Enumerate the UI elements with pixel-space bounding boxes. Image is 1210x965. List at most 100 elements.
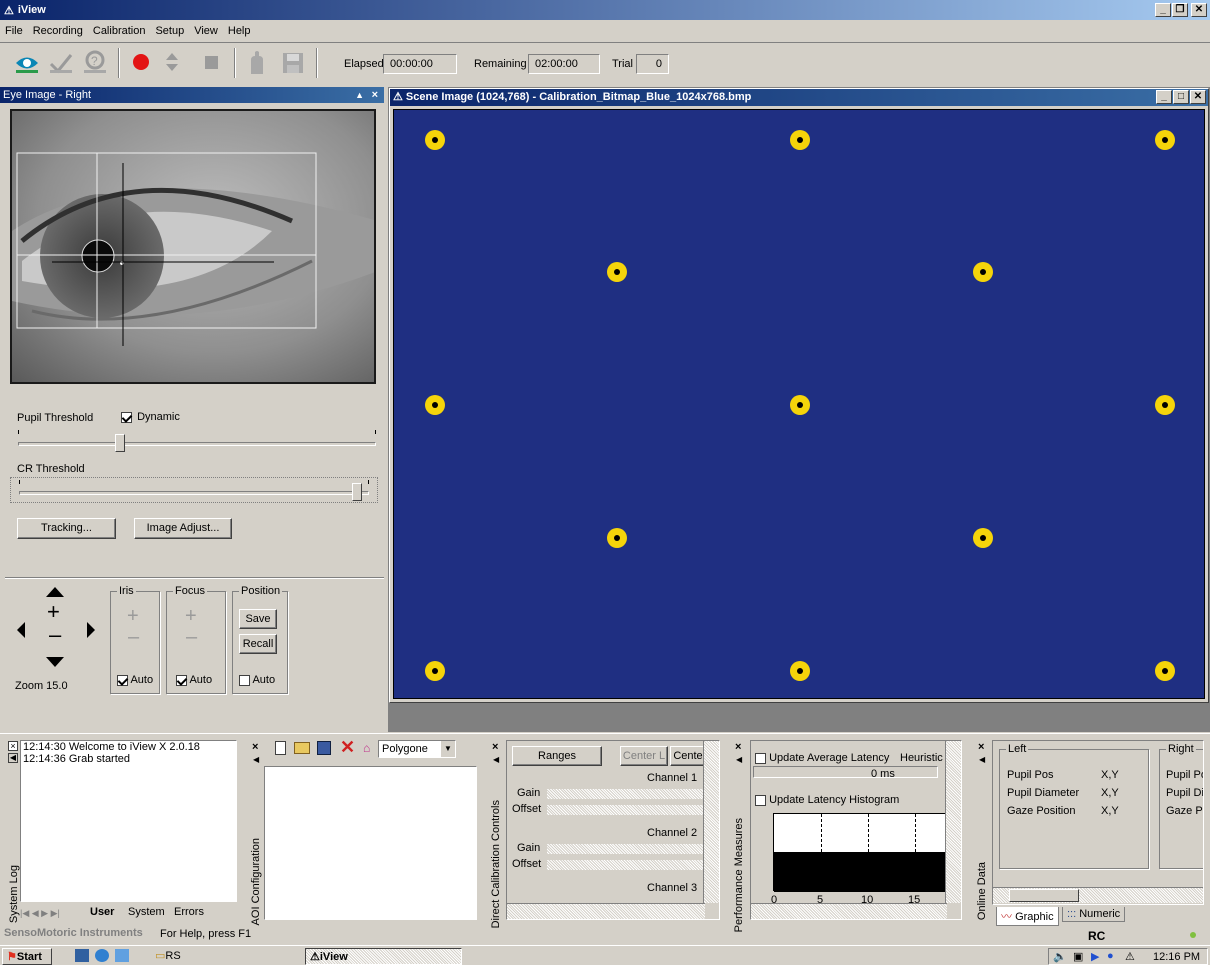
- quicklaunch-desktop-icon[interactable]: [75, 949, 89, 962]
- cr-threshold-thumb[interactable]: [352, 483, 363, 501]
- quicklaunch-explorer-icon[interactable]: [115, 949, 129, 962]
- iris-minus-icon[interactable]: –: [128, 626, 139, 649]
- app-title: iView: [17, 4, 46, 16]
- focus-plus-icon[interactable]: +: [185, 605, 197, 628]
- ranges-button[interactable]: Ranges: [512, 746, 602, 766]
- dcc-horizontal-scrollbar[interactable]: [507, 903, 705, 919]
- aoi-new-icon[interactable]: [275, 741, 286, 755]
- restore-button[interactable]: ❐: [1172, 3, 1188, 17]
- dynamic-check-box[interactable]: [121, 411, 132, 423]
- up-down-arrows-icon[interactable]: [165, 52, 179, 72]
- eye-image-view[interactable]: [10, 109, 376, 384]
- camera-move-left-icon[interactable]: [17, 622, 25, 638]
- save-disk-icon[interactable]: [282, 52, 304, 74]
- system-log-pin-icon[interactable]: ◀: [8, 753, 18, 763]
- center-l-button[interactable]: Center L: [620, 746, 668, 766]
- channel-1-gain-slider[interactable]: [547, 789, 707, 799]
- start-button[interactable]: ⚑Start: [2, 948, 52, 965]
- menu-recording[interactable]: Recording: [28, 25, 88, 37]
- update-avg-latency-checkbox[interactable]: Update Average Latency: [755, 752, 889, 764]
- scene-close-button[interactable]: ✕: [1190, 90, 1206, 104]
- online-pin-icon[interactable]: ◀: [979, 755, 985, 764]
- position-save-button[interactable]: Save: [239, 609, 277, 629]
- hand-icon[interactable]: [247, 50, 267, 76]
- aoi-open-icon[interactable]: [294, 742, 310, 754]
- tracking-button[interactable]: Tracking...: [17, 518, 116, 539]
- iris-plus-icon[interactable]: +: [127, 605, 139, 628]
- record-icon[interactable]: [133, 54, 149, 70]
- tray-iview-icon[interactable]: ⚠: [1125, 950, 1135, 963]
- panel-close-icon[interactable]: ×: [372, 87, 378, 103]
- log-nav-arrows[interactable]: |◀ ◀ ▶ ▶|: [20, 908, 60, 919]
- taskbar-rs[interactable]: ▭RS: [155, 949, 181, 962]
- zoom-in-icon[interactable]: +: [47, 601, 60, 623]
- menu-view[interactable]: View: [189, 25, 223, 37]
- scene-maximize-button[interactable]: □: [1173, 90, 1189, 104]
- menu-file[interactable]: File: [0, 25, 28, 37]
- perf-horizontal-scrollbar[interactable]: [751, 903, 947, 919]
- calibrate-icon[interactable]: [48, 52, 74, 74]
- focus-minus-icon[interactable]: –: [186, 626, 197, 649]
- aoi-close-icon[interactable]: ×: [252, 741, 258, 753]
- aoi-polygon-icon[interactable]: ⌂: [363, 741, 370, 755]
- scene-image[interactable]: [393, 109, 1205, 699]
- online-close-icon[interactable]: ×: [978, 741, 984, 753]
- system-log-list[interactable]: 12:14:30 Welcome to iView X 2.0.18 12:14…: [20, 740, 237, 902]
- dcc-pin-icon[interactable]: ◀: [493, 755, 499, 764]
- tray-app-icon[interactable]: ●: [1107, 950, 1114, 962]
- center-r-button[interactable]: Cente: [670, 746, 706, 766]
- tab-user[interactable]: User: [90, 906, 114, 918]
- cr-threshold-slider[interactable]: [10, 477, 378, 503]
- position-auto-checkbox[interactable]: Auto: [239, 674, 275, 686]
- camera-move-up-icon[interactable]: [46, 587, 64, 597]
- image-adjust-button[interactable]: Image Adjust...: [134, 518, 232, 539]
- calibration-point: [972, 262, 993, 283]
- aoi-delete-icon[interactable]: ✕: [340, 737, 355, 758]
- media-icon[interactable]: ▶: [1091, 950, 1099, 963]
- dcc-close-icon[interactable]: ×: [492, 741, 498, 753]
- pupil-threshold-thumb[interactable]: [115, 434, 126, 452]
- update-latency-histogram-checkbox[interactable]: Update Latency Histogram: [755, 794, 899, 806]
- tab-numeric[interactable]: ::: Numeric: [1062, 907, 1126, 922]
- menu-calibration[interactable]: Calibration: [88, 25, 151, 37]
- tab-graphic[interactable]: 〰 Graphic: [996, 907, 1059, 926]
- perf-vertical-scrollbar[interactable]: [945, 741, 961, 903]
- perf-pin-icon[interactable]: ◀: [736, 755, 742, 764]
- validate-icon[interactable]: ?: [82, 50, 108, 74]
- taskbar-iview[interactable]: ⚠iView: [305, 948, 462, 965]
- position-recall-button[interactable]: Recall: [239, 634, 277, 654]
- iris-auto-checkbox[interactable]: Auto: [117, 674, 153, 686]
- tab-system[interactable]: System: [128, 906, 165, 918]
- aoi-save-icon[interactable]: [317, 741, 331, 755]
- aoi-shape-select[interactable]: Polygone ▼: [378, 740, 456, 758]
- network-icon[interactable]: ▣: [1073, 950, 1083, 963]
- volume-icon[interactable]: 🔈: [1053, 950, 1067, 963]
- offset-label: Offset: [512, 858, 542, 870]
- focus-auto-checkbox[interactable]: Auto: [176, 674, 212, 686]
- camera-move-right-icon[interactable]: [87, 622, 95, 638]
- menu-setup[interactable]: Setup: [150, 25, 189, 37]
- pupil-threshold-slider[interactable]: [18, 430, 376, 454]
- channel-2-gain-slider[interactable]: [547, 844, 707, 854]
- quicklaunch-ie-icon[interactable]: [95, 949, 109, 962]
- dynamic-checkbox[interactable]: Dynamic: [121, 411, 180, 423]
- zoom-out-icon[interactable]: –: [49, 624, 61, 646]
- trial-field: 0: [636, 54, 669, 74]
- aoi-list[interactable]: [264, 766, 477, 920]
- camera-move-down-icon[interactable]: [46, 657, 64, 667]
- eye-tracking-icon[interactable]: [14, 52, 40, 74]
- panel-pin-icon[interactable]: ▲: [355, 87, 364, 103]
- online-horizontal-scrollbar[interactable]: [993, 887, 1203, 903]
- stop-icon[interactable]: [205, 56, 218, 69]
- channel-2-offset-slider[interactable]: [547, 860, 707, 870]
- close-button[interactable]: ✕: [1191, 3, 1207, 17]
- minimize-button[interactable]: _: [1155, 3, 1171, 17]
- scene-minimize-button[interactable]: _: [1156, 90, 1172, 104]
- dcc-vertical-scrollbar[interactable]: [703, 741, 719, 903]
- aoi-pin-icon[interactable]: ◀: [253, 755, 259, 764]
- channel-1-offset-slider[interactable]: [547, 805, 707, 815]
- tab-errors[interactable]: Errors: [174, 906, 204, 918]
- perf-close-icon[interactable]: ×: [735, 741, 741, 753]
- menu-help[interactable]: Help: [223, 25, 256, 37]
- system-log-close-icon[interactable]: ×: [8, 741, 18, 751]
